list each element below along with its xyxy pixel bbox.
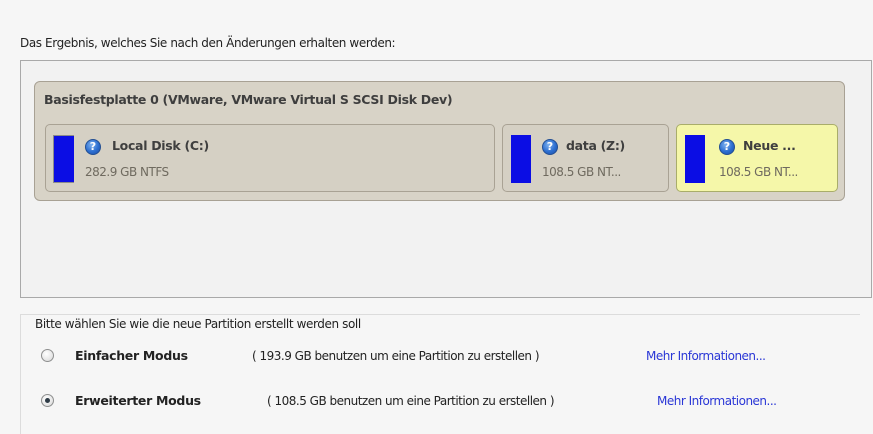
partition-data-z[interactable]: ? data (Z:) 108.5 GB NT... (502, 124, 669, 192)
partition-new[interactable]: ? Neue ... 108.5 GB NT... (676, 124, 838, 192)
result-label: Das Ergebnis, welches Sie nach den Änder… (20, 36, 396, 50)
partition-local-disk-c[interactable]: ? Local Disk (C:) 282.9 GB NTFS (45, 124, 495, 192)
help-icon[interactable]: ? (85, 139, 101, 155)
partition-detail: 108.5 GB NT... (542, 165, 621, 179)
partition-mode-group: Bitte wählen Sie wie die neue Partition … (20, 314, 860, 434)
disk-title: Basisfestplatte 0 (VMware, VMware Virtua… (44, 92, 453, 107)
simple-mode-radio[interactable] (41, 349, 54, 362)
advanced-mode-radio[interactable] (41, 394, 54, 407)
mode-option-name: Erweiterter Modus (75, 393, 201, 408)
mode-group-legend: Bitte wählen Sie wie die neue Partition … (35, 317, 361, 331)
partition-usage-bar (511, 135, 531, 183)
partition-name: data (Z:) (566, 138, 625, 153)
help-icon[interactable]: ? (719, 139, 735, 155)
mode-option-simple[interactable]: Einfacher Modus ( 193.9 GB benutzen um e… (41, 348, 841, 366)
partition-detail: 108.5 GB NT... (719, 165, 798, 179)
partition-detail: 282.9 GB NTFS (85, 165, 169, 179)
more-info-link[interactable]: Mehr Informationen... (646, 349, 766, 363)
disk-panel: Basisfestplatte 0 (VMware, VMware Virtua… (34, 81, 845, 201)
partition-usage-bar (53, 135, 74, 183)
result-preview-frame: Basisfestplatte 0 (VMware, VMware Virtua… (20, 60, 872, 298)
help-icon[interactable]: ? (542, 139, 558, 155)
partition-usage-bar (685, 135, 705, 183)
more-info-link[interactable]: Mehr Informationen... (657, 394, 777, 408)
partition-name: Neue ... (743, 138, 796, 153)
mode-option-description: ( 193.9 GB benutzen um eine Partition zu… (252, 349, 540, 363)
partition-name: Local Disk (C:) (112, 138, 209, 153)
mode-option-name: Einfacher Modus (75, 348, 188, 363)
mode-option-advanced[interactable]: Erweiterter Modus ( 108.5 GB benutzen um… (41, 393, 851, 411)
mode-option-description: ( 108.5 GB benutzen um eine Partition zu… (267, 394, 555, 408)
